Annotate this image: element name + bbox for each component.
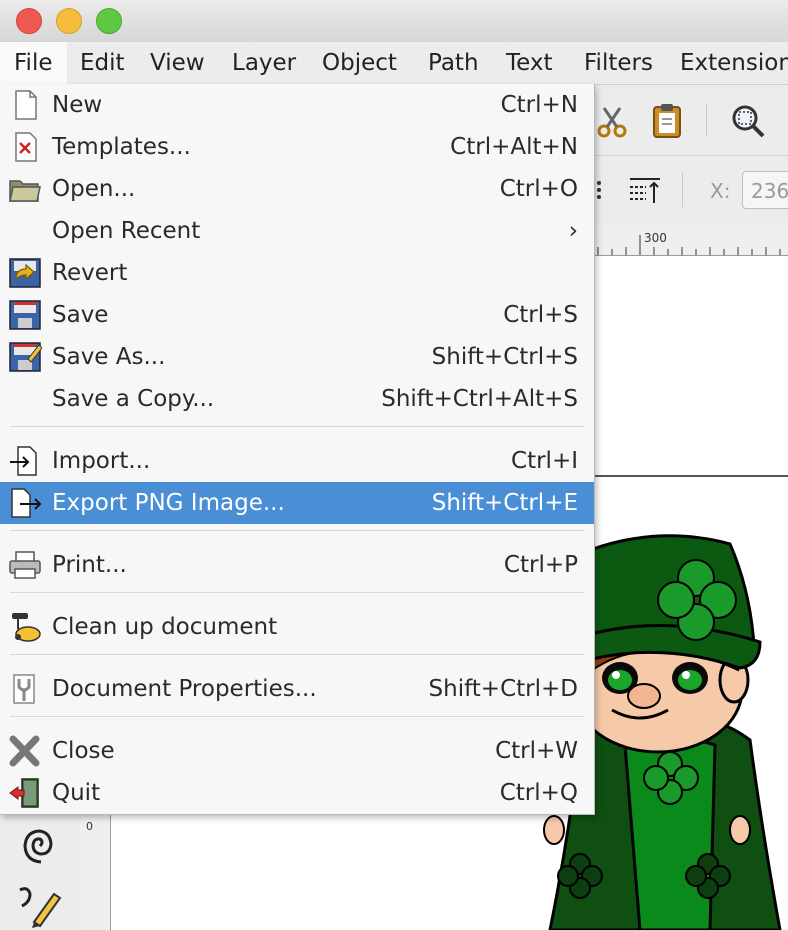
menu-item-quit[interactable]: Quit Ctrl+Q [0, 772, 594, 814]
ruler-tick-label: 300 [644, 231, 667, 245]
close-x-icon [9, 735, 40, 767]
menu-extensions[interactable]: Extension [666, 42, 788, 84]
menu-edit[interactable]: Edit [66, 42, 139, 84]
menu-item-label: Quit [52, 780, 101, 806]
menu-item-shortcut: Ctrl+O [499, 176, 578, 202]
import-icon [10, 446, 37, 476]
align-icon[interactable] [594, 177, 604, 201]
menu-item-shortcut: Ctrl+P [503, 552, 578, 578]
menu-item-shortcut: Shift+Ctrl+S [431, 344, 578, 370]
menu-view[interactable]: View [136, 42, 219, 84]
vertical-ruler-tick-label: 0 [86, 820, 93, 833]
menu-item-label: Revert [52, 260, 128, 286]
close-window-button[interactable] [16, 8, 42, 34]
spiral-tool-icon[interactable] [18, 824, 62, 868]
menu-item-open-recent[interactable]: Open Recent › [0, 210, 594, 252]
menu-item-new[interactable]: New Ctrl+N [0, 84, 594, 126]
quit-door-icon [9, 778, 39, 808]
menu-item-shortcut: Shift+Ctrl+D [428, 676, 578, 702]
menu-item-import[interactable]: Import... Ctrl+I [0, 440, 594, 482]
menu-object[interactable]: Object [308, 42, 411, 84]
menu-separator [10, 716, 584, 717]
save-icon [9, 300, 41, 330]
menu-item-label: Close [52, 738, 115, 764]
menu-item-label: Clean up document [52, 614, 278, 640]
menu-item-label: Import... [52, 448, 151, 474]
menu-item-save-as[interactable]: Save As... Shift+Ctrl+S [0, 336, 594, 378]
minimize-window-button[interactable] [56, 8, 82, 34]
file-menu-dropdown: New Ctrl+N Templates... Ctrl+Alt+N Open.… [0, 84, 595, 815]
commands-toolbar: X: 236 [594, 85, 788, 225]
folder-open-icon [9, 180, 41, 202]
menu-separator [10, 654, 584, 655]
menu-item-shortcut: Shift+Ctrl+E [431, 490, 578, 516]
menu-item-open[interactable]: Open... Ctrl+O [0, 168, 594, 210]
menu-item-close[interactable]: Close Ctrl+W [0, 730, 594, 772]
menu-item-label: Export PNG Image... [52, 490, 285, 516]
vertical-ruler: 0 [80, 812, 111, 930]
zoom-window-button[interactable] [96, 8, 122, 34]
menu-item-shortcut: Shift+Ctrl+Alt+S [381, 386, 578, 412]
menu-item-shortcut: Ctrl+N [500, 92, 578, 118]
menu-separator [10, 530, 584, 531]
toolbox [0, 812, 80, 930]
x-coordinate-label: X: [710, 179, 731, 203]
menu-text[interactable]: Text [492, 42, 567, 84]
menu-item-label: Save a Copy... [52, 386, 215, 412]
export-png-icon [11, 488, 42, 518]
menu-item-label: New [52, 92, 103, 118]
menu-item-label: Open... [52, 176, 136, 202]
menu-item-label: Save [52, 302, 109, 328]
menu-item-shortcut: Ctrl+W [495, 738, 578, 764]
menu-item-save[interactable]: Save Ctrl+S [0, 294, 594, 336]
title-bar [0, 0, 788, 42]
horizontal-ruler: 300 [594, 225, 788, 256]
printer-icon [9, 551, 41, 579]
templates-icon [15, 132, 37, 162]
menu-separator [10, 592, 584, 593]
revert-icon [9, 258, 41, 288]
menu-bar: File Edit View Layer Object Path Text Fi… [0, 42, 788, 85]
toolbar-separator [706, 103, 707, 137]
document-properties-icon [13, 674, 35, 704]
menu-item-shortcut: Ctrl+S [503, 302, 578, 328]
menu-item-print[interactable]: Print... Ctrl+P [0, 544, 594, 586]
menu-item-shortcut: Ctrl+Q [499, 780, 578, 806]
paste-icon[interactable] [652, 103, 682, 139]
menu-item-clean-up[interactable]: Clean up document [0, 606, 594, 648]
menu-item-label: Print... [52, 552, 127, 578]
menu-item-shortcut: Ctrl+I [511, 448, 578, 474]
menu-item-label: Document Properties... [52, 676, 317, 702]
menu-filters[interactable]: Filters [570, 42, 667, 84]
zoom-selection-icon[interactable] [730, 103, 766, 139]
cut-icon[interactable] [596, 105, 628, 139]
submenu-arrow-icon: › [568, 218, 578, 244]
menu-item-label: Open Recent [52, 218, 201, 244]
menu-file[interactable]: File [0, 42, 67, 84]
menu-layer[interactable]: Layer [218, 42, 310, 84]
page-border [594, 475, 788, 477]
menu-item-revert[interactable]: Revert [0, 252, 594, 294]
menu-item-shortcut: Ctrl+Alt+N [450, 134, 578, 160]
new-document-icon [15, 90, 37, 120]
menu-item-label: Templates... [52, 134, 191, 160]
x-coordinate-field[interactable]: 236 [742, 171, 788, 209]
menu-item-save-a-copy[interactable]: Save a Copy... Shift+Ctrl+Alt+S [0, 378, 594, 420]
menu-item-label: Save As... [52, 344, 166, 370]
menu-item-document-properties[interactable]: Document Properties... Shift+Ctrl+D [0, 668, 594, 710]
menu-item-templates[interactable]: Templates... Ctrl+Alt+N [0, 126, 594, 168]
vacuum-icon [12, 613, 41, 642]
raise-to-top-icon[interactable] [628, 175, 662, 205]
save-as-icon [9, 342, 42, 372]
menu-item-export-png[interactable]: Export PNG Image... Shift+Ctrl+E [0, 482, 594, 524]
menu-path[interactable]: Path [414, 42, 493, 84]
pencil-tool-icon[interactable] [16, 884, 64, 928]
menu-separator [10, 426, 584, 427]
